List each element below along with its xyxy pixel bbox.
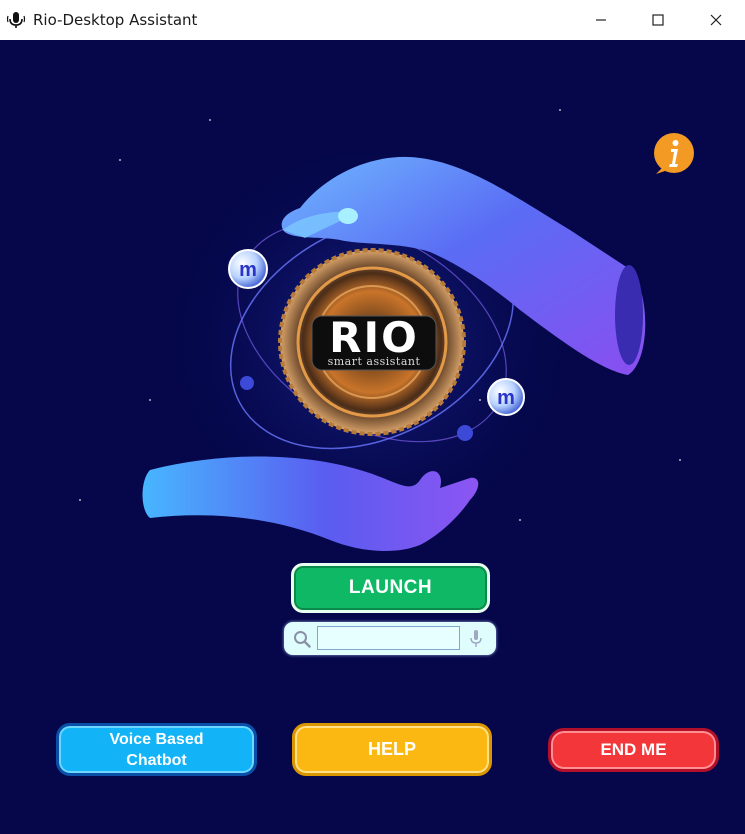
logo-title: RIO: [329, 313, 419, 362]
voice-chatbot-label: Voice Based Chatbot: [110, 729, 204, 771]
svg-text:m: m: [497, 387, 515, 409]
close-icon: [710, 14, 722, 26]
window-title: Rio-Desktop Assistant: [33, 11, 198, 29]
end-me-button[interactable]: END ME: [548, 728, 719, 772]
main-content: m m RIO smart assistant LAUNCH Voice Bas…: [0, 40, 745, 834]
info-icon[interactable]: [652, 132, 696, 176]
voice-chatbot-button[interactable]: Voice Based Chatbot: [56, 723, 257, 776]
minimize-button[interactable]: [572, 0, 630, 40]
voice-chatbot-label-line1: Voice Based: [109, 730, 204, 748]
close-button[interactable]: [687, 0, 745, 40]
voice-chatbot-label-line2: Chatbot: [126, 751, 187, 769]
title-bar[interactable]: Rio-Desktop Assistant: [0, 0, 745, 40]
svg-text:m: m: [239, 259, 257, 281]
hero-artwork: m m: [79, 109, 681, 552]
maximize-button[interactable]: [629, 0, 687, 40]
launch-button[interactable]: LAUNCH: [291, 563, 490, 613]
microphone-icon: [6, 12, 26, 28]
minimize-icon: [596, 19, 606, 21]
help-button[interactable]: HELP: [292, 723, 492, 776]
app-window: Rio-Desktop Assistant m m RIO smart assi…: [0, 0, 745, 834]
search-input[interactable]: [317, 626, 460, 650]
search-bar: [284, 622, 496, 655]
microphone-icon[interactable]: [468, 629, 484, 648]
search-icon[interactable]: [293, 630, 311, 648]
maximize-icon: [652, 14, 664, 26]
logo-subtitle: smart assistant: [327, 355, 421, 368]
